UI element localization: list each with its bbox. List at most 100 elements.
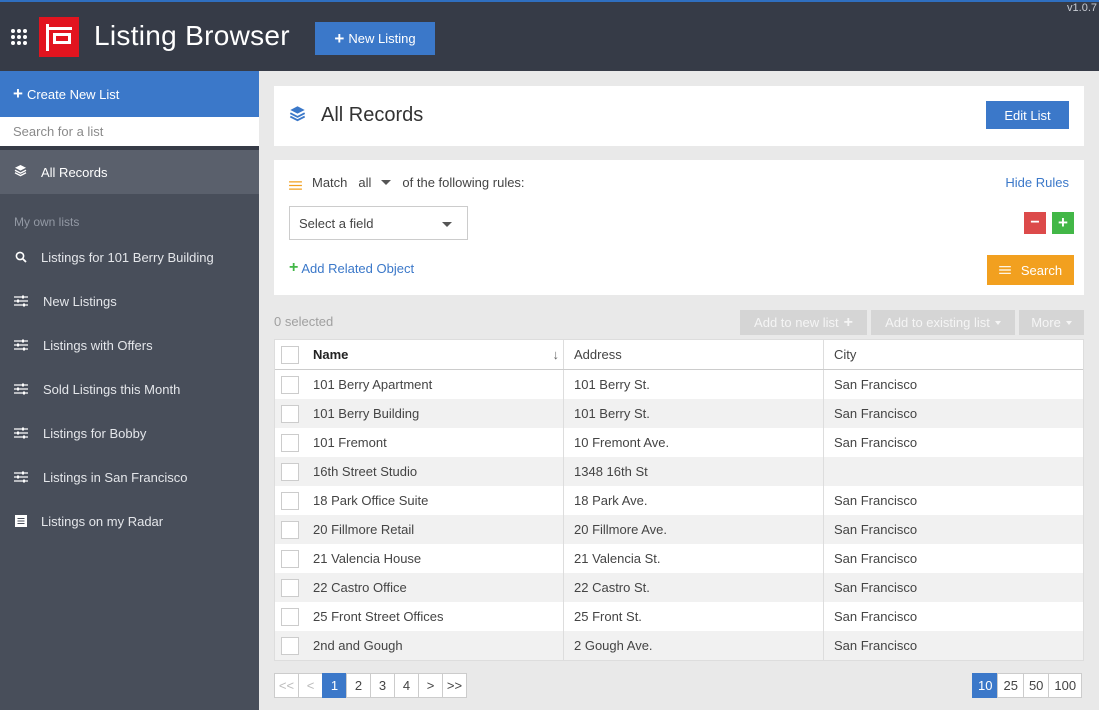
cell-address: 10 Fremont Ave. bbox=[564, 428, 824, 457]
caret-down-icon bbox=[1065, 320, 1072, 325]
column-header-name[interactable]: Name ↓ bbox=[304, 340, 564, 369]
table-row[interactable]: 101 Berry Building 101 Berry St. San Franc… bbox=[275, 399, 1083, 428]
prev-page-button[interactable]: < bbox=[298, 673, 323, 698]
match-mode-select[interactable]: all bbox=[358, 175, 392, 190]
sliders-icon bbox=[999, 263, 1011, 278]
page-size-selector: 10 25 50 100 bbox=[972, 673, 1083, 698]
edit-list-button[interactable]: Edit List bbox=[986, 101, 1069, 129]
table-row[interactable]: 18 Park Office Suite 18 Park Ave. San Fran… bbox=[275, 486, 1083, 515]
sliders-icon bbox=[289, 178, 302, 196]
field-select-value: Select a field bbox=[299, 215, 374, 231]
column-header-label: Name bbox=[313, 347, 349, 362]
table-row[interactable]: 101 Fremont 10 Fremont Ave. San Francisco bbox=[275, 428, 1083, 457]
row-checkbox[interactable] bbox=[280, 433, 299, 452]
sidebar-item-label: Listings on my Radar bbox=[41, 513, 164, 529]
table-row[interactable]: 20 Fillmore Retail 20 Fillmore Ave. San Fr… bbox=[275, 515, 1083, 544]
cell-city: San Francisco bbox=[834, 406, 918, 421]
cell-city: San Francisco bbox=[834, 609, 918, 624]
cell-name: 20 Fillmore Retail bbox=[304, 515, 564, 544]
page-button[interactable]: 3 bbox=[370, 673, 395, 698]
cell-city: San Francisco bbox=[834, 493, 918, 508]
table-row[interactable]: 22 Castro Office 22 Castro St. San Francis… bbox=[275, 573, 1083, 602]
add-related-object-link[interactable]: + Add Related Object bbox=[289, 259, 414, 277]
sidebar-item-listings-on-radar[interactable]: Listings on my Radar bbox=[0, 499, 259, 543]
cell-address: 25 Front St. bbox=[564, 602, 824, 631]
cell-address: 18 Park Ave. bbox=[564, 486, 824, 515]
add-rule-button[interactable]: + bbox=[1052, 212, 1074, 234]
first-page-button[interactable]: << bbox=[274, 673, 299, 698]
table-row[interactable]: 16th Street Studio 1348 16th St bbox=[275, 457, 1083, 486]
row-checkbox[interactable] bbox=[280, 462, 299, 481]
sidebar-item-listings-101-berry[interactable]: Listings for 101 Berry Building bbox=[0, 235, 259, 279]
column-header-address[interactable]: Address bbox=[564, 340, 824, 369]
list-search-input[interactable] bbox=[0, 117, 259, 150]
column-header-city[interactable]: City bbox=[824, 340, 1083, 369]
page-button[interactable]: 1 bbox=[322, 673, 347, 698]
search-button[interactable]: Search bbox=[987, 255, 1074, 285]
cell-name: 25 Front Street Offices bbox=[304, 602, 564, 631]
cell-address: 1348 16th St bbox=[564, 457, 824, 486]
add-to-new-list-button[interactable]: Add to new list + bbox=[740, 310, 867, 335]
remove-rule-button[interactable]: − bbox=[1024, 212, 1046, 234]
next-page-button[interactable]: > bbox=[418, 673, 443, 698]
add-to-new-list-label: Add to new list bbox=[754, 315, 839, 330]
layers-icon bbox=[14, 164, 27, 180]
minus-icon: − bbox=[1030, 214, 1040, 231]
app-grid-icon[interactable] bbox=[11, 29, 27, 45]
table-row[interactable]: 101 Berry Apartment 101 Berry St. San Fran… bbox=[275, 370, 1083, 399]
hide-rules-link[interactable]: Hide Rules bbox=[1005, 175, 1069, 190]
page-button[interactable]: 4 bbox=[394, 673, 419, 698]
add-to-existing-list-button[interactable]: Add to existing list bbox=[871, 310, 1015, 335]
new-listing-label: New Listing bbox=[348, 31, 416, 46]
field-select[interactable]: Select a field bbox=[289, 206, 468, 240]
page-size-button[interactable]: 10 bbox=[972, 673, 999, 698]
page-button[interactable]: 2 bbox=[346, 673, 371, 698]
match-row: Match all of the following rules: bbox=[312, 175, 525, 190]
row-checkbox[interactable] bbox=[280, 491, 299, 510]
add-related-label: Add Related Object bbox=[301, 260, 415, 276]
row-checkbox[interactable] bbox=[280, 549, 299, 568]
section-label: My own lists bbox=[14, 215, 80, 229]
cell-address: 2 Gough Ave. bbox=[564, 631, 824, 660]
sidebar-item-label: Sold Listings this Month bbox=[43, 381, 181, 397]
sidebar-item-listings-in-sf[interactable]: Listings in San Francisco bbox=[0, 455, 259, 499]
row-checkbox[interactable] bbox=[280, 520, 299, 539]
sidebar-item-all-records[interactable]: All Records bbox=[0, 150, 259, 194]
search-button-label: Search bbox=[1020, 262, 1063, 278]
sidebar-item-label: New Listings bbox=[43, 293, 117, 309]
cell-address: 22 Castro St. bbox=[564, 573, 824, 602]
table-row[interactable]: 2nd and Gough 2 Gough Ave. San Francisco bbox=[275, 631, 1083, 660]
row-checkbox[interactable] bbox=[280, 375, 299, 394]
plus-icon: + bbox=[289, 259, 299, 276]
row-checkbox[interactable] bbox=[280, 404, 299, 423]
sidebar-item-sold-listings[interactable]: Sold Listings this Month bbox=[0, 367, 259, 411]
app-title: Listing Browser bbox=[94, 20, 290, 51]
select-all-checkbox[interactable] bbox=[280, 345, 299, 364]
row-checkbox[interactable] bbox=[280, 578, 299, 597]
cell-city: San Francisco bbox=[834, 551, 918, 566]
records-table: Name ↓ Address City 101 Berry Apartment 1… bbox=[274, 339, 1084, 661]
create-new-list-button[interactable]: + Create New List bbox=[0, 71, 259, 117]
last-page-button[interactable]: >> bbox=[442, 673, 467, 698]
sidebar-item-new-listings[interactable]: New Listings bbox=[0, 279, 259, 323]
cell-city: San Francisco bbox=[834, 522, 918, 537]
sidebar-item-listings-with-offers[interactable]: Listings with Offers bbox=[0, 323, 259, 367]
plus-icon: + bbox=[13, 84, 23, 103]
table-row[interactable]: 21 Valencia House 21 Valencia St. San Fran… bbox=[275, 544, 1083, 573]
row-checkbox[interactable] bbox=[280, 636, 299, 655]
sidebar-item-label: Listings for Bobby bbox=[43, 425, 147, 441]
match-tail-label: of the following rules: bbox=[402, 175, 525, 190]
pagination: << < 1 2 3 4 > >> bbox=[274, 673, 467, 698]
table-row[interactable]: 25 Front Street Offices 25 Front St. San F… bbox=[275, 602, 1083, 631]
page-size-button[interactable]: 50 bbox=[1022, 673, 1050, 698]
page-size-button[interactable]: 100 bbox=[1048, 673, 1083, 698]
new-listing-button[interactable]: + New Listing bbox=[315, 22, 435, 55]
more-button[interactable]: More bbox=[1019, 310, 1084, 335]
table-body: 101 Berry Apartment 101 Berry St. San Fran… bbox=[275, 370, 1083, 660]
plus-icon: + bbox=[843, 313, 853, 331]
page-size-button[interactable]: 25 bbox=[997, 673, 1024, 698]
row-checkbox[interactable] bbox=[280, 607, 299, 626]
cell-city: San Francisco bbox=[834, 377, 918, 392]
sidebar-item-listings-for-bobby[interactable]: Listings for Bobby bbox=[0, 411, 259, 455]
cell-name: 21 Valencia House bbox=[304, 544, 564, 573]
